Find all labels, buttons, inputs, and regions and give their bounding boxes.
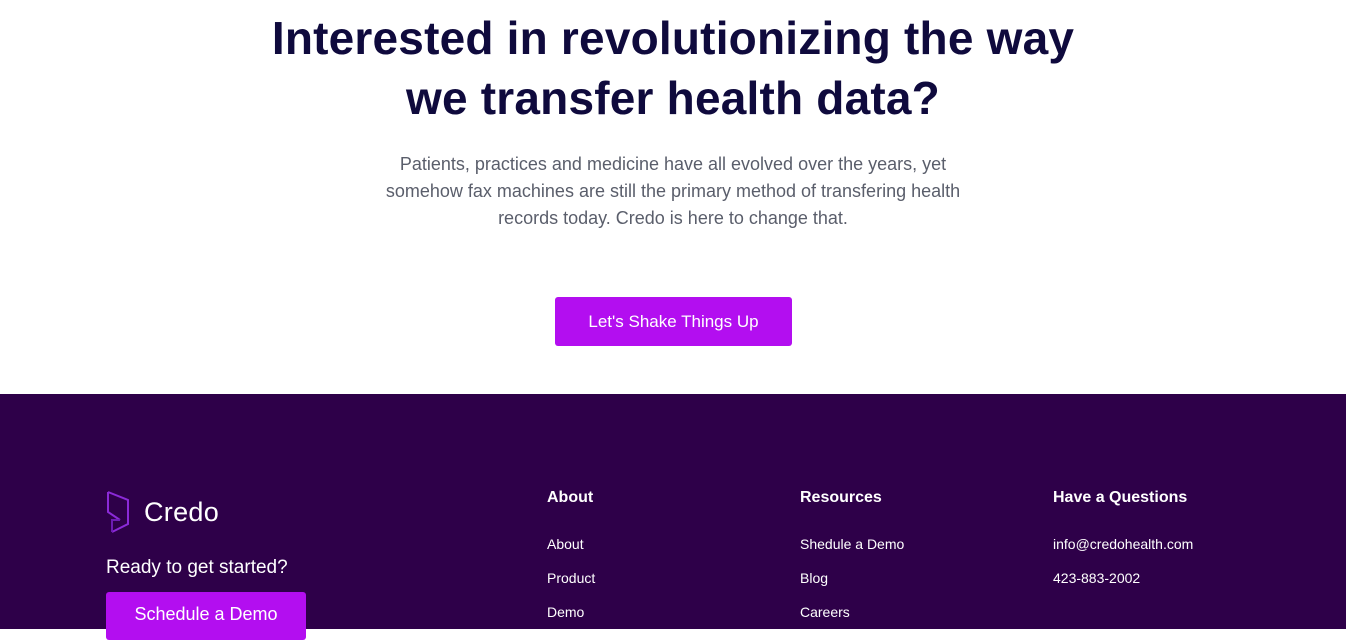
footer-link-item: Demo [547,602,595,622]
footer-link-about[interactable]: About [547,536,584,552]
footer-link-email[interactable]: info@credohealth.com [1053,536,1193,552]
brand-name: Credo [144,496,220,527]
footer-link-phone[interactable]: 423-883-2002 [1053,570,1140,586]
shake-things-up-button[interactable]: Let's Shake Things Up [555,297,792,346]
hero-subtitle-line-3: records today. Credo is here to change t… [498,208,848,228]
footer-link-item: About [547,534,595,554]
hero-subtitle-line-1: Patients, practices and medicine have al… [399,154,947,174]
footer-link-blog[interactable]: Blog [800,570,828,586]
hero-title: Interested in revolutionizing the way we… [173,8,1173,128]
footer: Credo Ready to get started? Schedule a D… [0,394,1346,640]
footer-link-item: 423-883-2002 [1053,568,1193,588]
credo-logo-icon [107,491,129,533]
hero-subtitle: Patients, practices and medicine have al… [323,151,1023,232]
footer-link-item: info@credohealth.com [1053,534,1193,554]
hero-title-line-1: Interested in revolutionizing the way [271,12,1075,64]
footer-link-item: Blog [800,568,904,588]
footer-link-careers[interactable]: Careers [800,604,850,620]
footer-link-schedule-demo[interactable]: Shedule a Demo [800,536,904,552]
hero-section: Interested in revolutionizing the way we… [0,0,1346,394]
footer-heading-resources: Resources [800,489,882,506]
footer-link-item: Shedule a Demo [800,534,904,554]
footer-column-resources: Resources Shedule a Demo Blog Careers [800,488,904,636]
hero-title-line-2: we transfer health data? [406,72,940,124]
footer-link-product[interactable]: Product [547,570,595,586]
footer-heading-about: About [547,489,594,506]
footer-link-item: Product [547,568,595,588]
hero-subtitle-line-2: somehow fax machines are still the prima… [385,181,961,201]
footer-brand[interactable]: Credo [106,490,219,534]
footer-column-about: About About Product Demo [547,488,595,636]
schedule-demo-button[interactable]: Schedule a Demo [106,592,306,640]
footer-heading-contact: Have a Questions [1053,489,1188,506]
footer-column-contact: Have a Questions info@credohealth.com 42… [1053,488,1193,602]
ready-text: Ready to get started? [106,557,288,578]
footer-link-demo[interactable]: Demo [547,604,584,620]
footer-link-item: Careers [800,602,904,622]
